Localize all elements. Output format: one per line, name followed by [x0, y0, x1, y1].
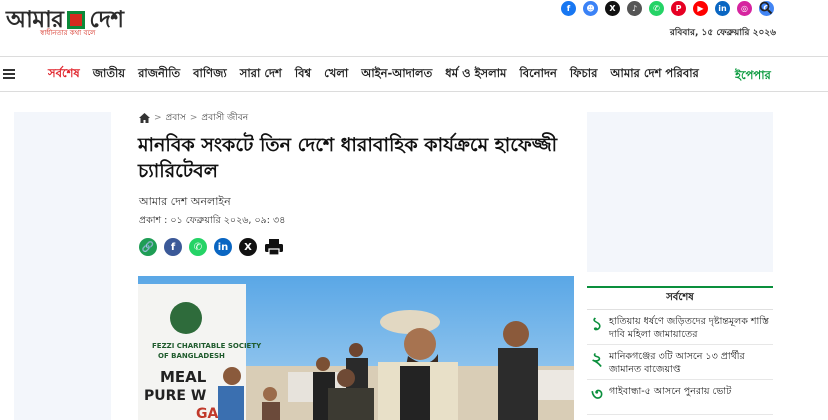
nav-item-0[interactable]: সর্বশেষ: [48, 65, 80, 84]
share-bar: 🔗 f ✆ in X: [139, 238, 284, 256]
menu-icon[interactable]: [3, 69, 15, 79]
latest-news: সর্বশেষ ১ হাতিয়ায় ধর্ষণে জড়িতদের দৃষ্ট…: [587, 286, 773, 415]
tiktok-icon[interactable]: ♪: [627, 1, 642, 16]
right-ad-slot: [587, 112, 773, 272]
home-icon[interactable]: [139, 112, 150, 123]
latest-heading: সর্বশেষ: [587, 286, 773, 310]
share-copy-link-icon[interactable]: 🔗: [139, 238, 157, 256]
nav-item-3[interactable]: বাণিজ্য: [193, 65, 227, 84]
search-icon[interactable]: [759, 1, 773, 15]
article-photo: FEZZI CHARITABLE SOCIETY OF BANGLADESH M…: [138, 276, 574, 420]
nav-item-10[interactable]: ফিচার: [570, 65, 598, 84]
banner-line-1: FEZZI CHARITABLE SOCIETY: [152, 342, 262, 350]
share-x-icon[interactable]: X: [239, 238, 257, 256]
nav-item-11[interactable]: আমার দেশ পরিবার: [610, 65, 698, 84]
nav-epaper-link[interactable]: ইপেপার: [735, 67, 771, 86]
publish-date: প্রকাশ : ০১ ফেব্রুয়ারি ২০২৬, ০৯: ৩৪: [139, 215, 286, 226]
nav-items: সর্বশেষ জাতীয় রাজনীতি বাণিজ্য সারা দেশ বিশ্ব…: [48, 65, 712, 84]
share-whatsapp-icon[interactable]: ✆: [189, 238, 207, 256]
breadcrumb: > প্রবাস > প্রবাসী জীবন: [139, 110, 248, 125]
latest-item-number: ২: [591, 349, 603, 370]
latest-item-headline[interactable]: মানিকগঞ্জের ৩টি আসনে ১৩ প্রার্থীর জামানত…: [607, 350, 769, 376]
youtube-icon[interactable]: ▶: [693, 1, 708, 16]
nav-item-4[interactable]: সারা দেশ: [240, 65, 282, 84]
instagram-icon[interactable]: ◎: [737, 1, 752, 16]
latest-item-headline[interactable]: হাতিয়ায় ধর্ষণে জড়িতদের দৃষ্টান্তমূলক …: [607, 315, 769, 341]
main-nav: সর্বশেষ জাতীয় রাজনীতি বাণিজ্য সারা দেশ বিশ্ব…: [0, 56, 828, 92]
x-icon[interactable]: X: [605, 1, 620, 16]
banner-line-3: MEAL: [160, 368, 207, 386]
latest-item[interactable]: ৩ গাইবান্ধা-৫ আসনে পুনরায় ভোট: [587, 380, 773, 415]
share-linkedin-icon[interactable]: in: [214, 238, 232, 256]
banner-line-4: PURE W: [144, 388, 206, 404]
social-links: f ☻ X ♪ ✆ P ▶ in ◎ G: [561, 1, 774, 16]
left-ad-slot: [14, 112, 111, 420]
nav-item-8[interactable]: ধর্ম ও ইসলাম: [445, 65, 506, 84]
nav-item-7[interactable]: আইন-আদালত: [361, 65, 432, 84]
nav-item-5[interactable]: বিশ্ব: [295, 65, 311, 84]
breadcrumb-subsection[interactable]: প্রবাসী জীবন: [201, 110, 248, 125]
article-author[interactable]: আমার দেশ অনলাইন: [139, 193, 231, 212]
nav-item-6[interactable]: খেলা: [324, 65, 348, 84]
latest-item-headline[interactable]: গাইবান্ধা-৫ আসনে পুনরায় ভোট: [607, 385, 769, 398]
current-date: রবিবার, ১৫ ফেব্রুয়ারি ২০২৬: [669, 28, 776, 38]
whatsapp-icon[interactable]: ✆: [649, 1, 664, 16]
nav-item-2[interactable]: রাজনীতি: [138, 65, 180, 84]
logo-tagline: স্বাধীনতার কথা বলে: [40, 29, 96, 37]
banner-line-2: OF BANGLADESH: [158, 352, 225, 360]
site-header: আমার দেশ স্বাধীনতার কথা বলে f ☻ X ♪ ✆ P ▶ in ◎ G …: [0, 0, 828, 54]
community-icon[interactable]: ☻: [583, 1, 598, 16]
latest-item[interactable]: ১ হাতিয়ায় ধর্ষণে জড়িতদের দৃষ্টান্তমূলক…: [587, 310, 773, 345]
latest-item-number: ১: [591, 314, 603, 335]
banner-line-5: GA: [196, 406, 218, 420]
print-icon[interactable]: [264, 238, 284, 256]
nav-item-1[interactable]: জাতীয়: [93, 65, 125, 84]
linkedin-icon[interactable]: in: [715, 1, 730, 16]
nav-item-9[interactable]: বিনোদন: [519, 65, 556, 84]
share-facebook-icon[interactable]: f: [164, 238, 182, 256]
article-title: মানবিক সংকটে তিন দেশে ধারাবাহিক কার্যক্র…: [138, 134, 558, 182]
facebook-icon[interactable]: f: [561, 1, 576, 16]
breadcrumb-separator-icon: >: [154, 112, 162, 123]
pinterest-icon[interactable]: P: [671, 1, 686, 16]
latest-item-number: ৩: [591, 384, 603, 405]
latest-item[interactable]: ২ মানিকগঞ্জের ৩টি আসনে ১৩ প্রার্থীর জামান…: [587, 345, 773, 380]
breadcrumb-section[interactable]: প্রবাস: [166, 110, 186, 125]
breadcrumb-separator-icon: >: [189, 112, 198, 123]
